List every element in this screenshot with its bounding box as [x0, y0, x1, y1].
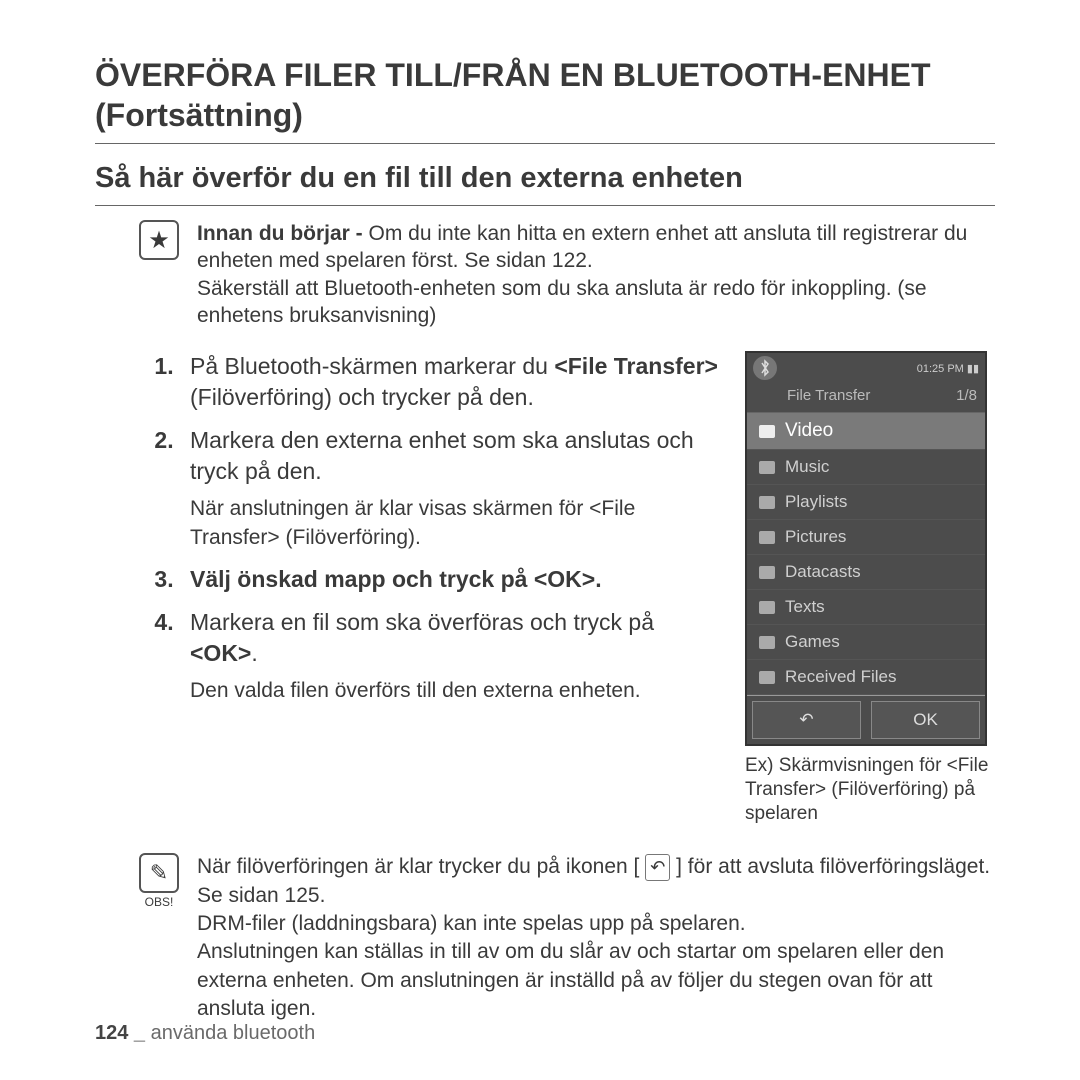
pencil-icon: ✎: [139, 853, 179, 893]
obs-p1a: När ﬁlöverföringen är klar trycker du på…: [197, 855, 645, 878]
back-icon: ↶: [645, 854, 670, 880]
list-item-label: Texts: [785, 597, 825, 617]
status-time: 01:25 PM ▮▮: [917, 362, 979, 375]
footer-page: 124 _: [95, 1022, 145, 1044]
list-item[interactable]: Music: [747, 450, 985, 485]
list-item-label: Video: [785, 420, 833, 442]
steps-column: På Bluetooth-skärmen markerar du <File T…: [95, 351, 719, 717]
list-item-label: Music: [785, 457, 829, 477]
obs-label: OBS!: [139, 895, 179, 909]
step4-note: Den valda ﬁlen överförs till den externa…: [190, 677, 719, 705]
phone-illustration: 01:25 PM ▮▮ File Transfer 1/8 Video Musi…: [745, 351, 995, 825]
bluetooth-icon: [753, 356, 777, 380]
section-subtitle: Så här överför du en ﬁl till den externa…: [95, 162, 995, 206]
list-item-label: Received Files: [785, 667, 897, 687]
list-item-label: Datacasts: [785, 562, 861, 582]
list-item[interactable]: Texts: [747, 590, 985, 625]
obs-p2: DRM-ﬁler (laddningsbara) kan inte spelas…: [197, 912, 746, 935]
obs-p3: Anslutningen kan ställas in till av om d…: [197, 940, 944, 1020]
list-item-label: Playlists: [785, 492, 847, 512]
list-item[interactable]: Video: [747, 413, 985, 450]
step-4: Markera en ﬁl som ska överföras och tryc…: [180, 607, 719, 705]
step3-text: Välj önskad mapp och tryck på <OK>.: [190, 566, 602, 592]
intro-block: ★ Innan du börjar - Om du inte kan hitta…: [95, 220, 995, 329]
phone-list: Video Music Playlists Pictures Datacasts…: [747, 412, 985, 695]
intro-line2: Säkerställ att Bluetooth-enheten som du …: [197, 277, 927, 327]
phone-caption: Ex) Skärmvisningen för <File Transfer> (…: [745, 754, 995, 825]
step1-c: (Filöverföring) och trycker på den.: [190, 384, 534, 410]
folder-icon: [759, 496, 775, 509]
intro-bold: Innan du börjar -: [197, 222, 369, 245]
ok-button[interactable]: OK: [871, 701, 980, 739]
intro-text: Innan du börjar - Om du inte kan hitta e…: [197, 220, 995, 329]
obs-block: ✎ OBS! När ﬁlöverföringen är klar trycke…: [95, 853, 995, 1023]
page-title: ÖVERFÖRA FILER TILL/FRÅN EN BLUETOOTH-EN…: [95, 55, 995, 144]
folder-icon: [759, 531, 775, 544]
folder-icon: [759, 601, 775, 614]
folder-icon: [759, 566, 775, 579]
folder-icon: [759, 671, 775, 684]
back-button[interactable]: ↶: [752, 701, 861, 739]
phone-pager: 1/8: [956, 387, 977, 404]
step1-a: På Bluetooth-skärmen markerar du: [190, 353, 554, 379]
list-item[interactable]: Playlists: [747, 485, 985, 520]
list-item-label: Games: [785, 632, 840, 652]
folder-icon: [759, 461, 775, 474]
step2-note: När anslutningen är klar visas skärmen f…: [190, 495, 719, 552]
list-item[interactable]: Datacasts: [747, 555, 985, 590]
page-footer: 124 _ använda bluetooth: [95, 1022, 315, 1045]
folder-icon: [759, 425, 775, 438]
step-2: Markera den externa enhet som ska anslut…: [180, 425, 719, 552]
list-item[interactable]: Games: [747, 625, 985, 660]
folder-icon: [759, 636, 775, 649]
star-icon: ★: [139, 220, 179, 260]
phone-header-label: File Transfer: [787, 387, 870, 404]
step4-a: Markera en ﬁl som ska överföras och tryc…: [190, 609, 654, 635]
obs-text: När ﬁlöverföringen är klar trycker du på…: [197, 853, 995, 1023]
step1-b: <File Transfer>: [554, 353, 718, 379]
step4-b: <OK>: [190, 640, 251, 666]
step4-c: .: [251, 640, 257, 666]
footer-section: använda bluetooth: [145, 1022, 315, 1044]
list-item[interactable]: Pictures: [747, 520, 985, 555]
list-item[interactable]: Received Files: [747, 660, 985, 695]
step-3: Välj önskad mapp och tryck på <OK>.: [180, 564, 719, 595]
step2-text: Markera den externa enhet som ska anslut…: [190, 427, 694, 484]
step-1: På Bluetooth-skärmen markerar du <File T…: [180, 351, 719, 413]
list-item-label: Pictures: [785, 527, 846, 547]
